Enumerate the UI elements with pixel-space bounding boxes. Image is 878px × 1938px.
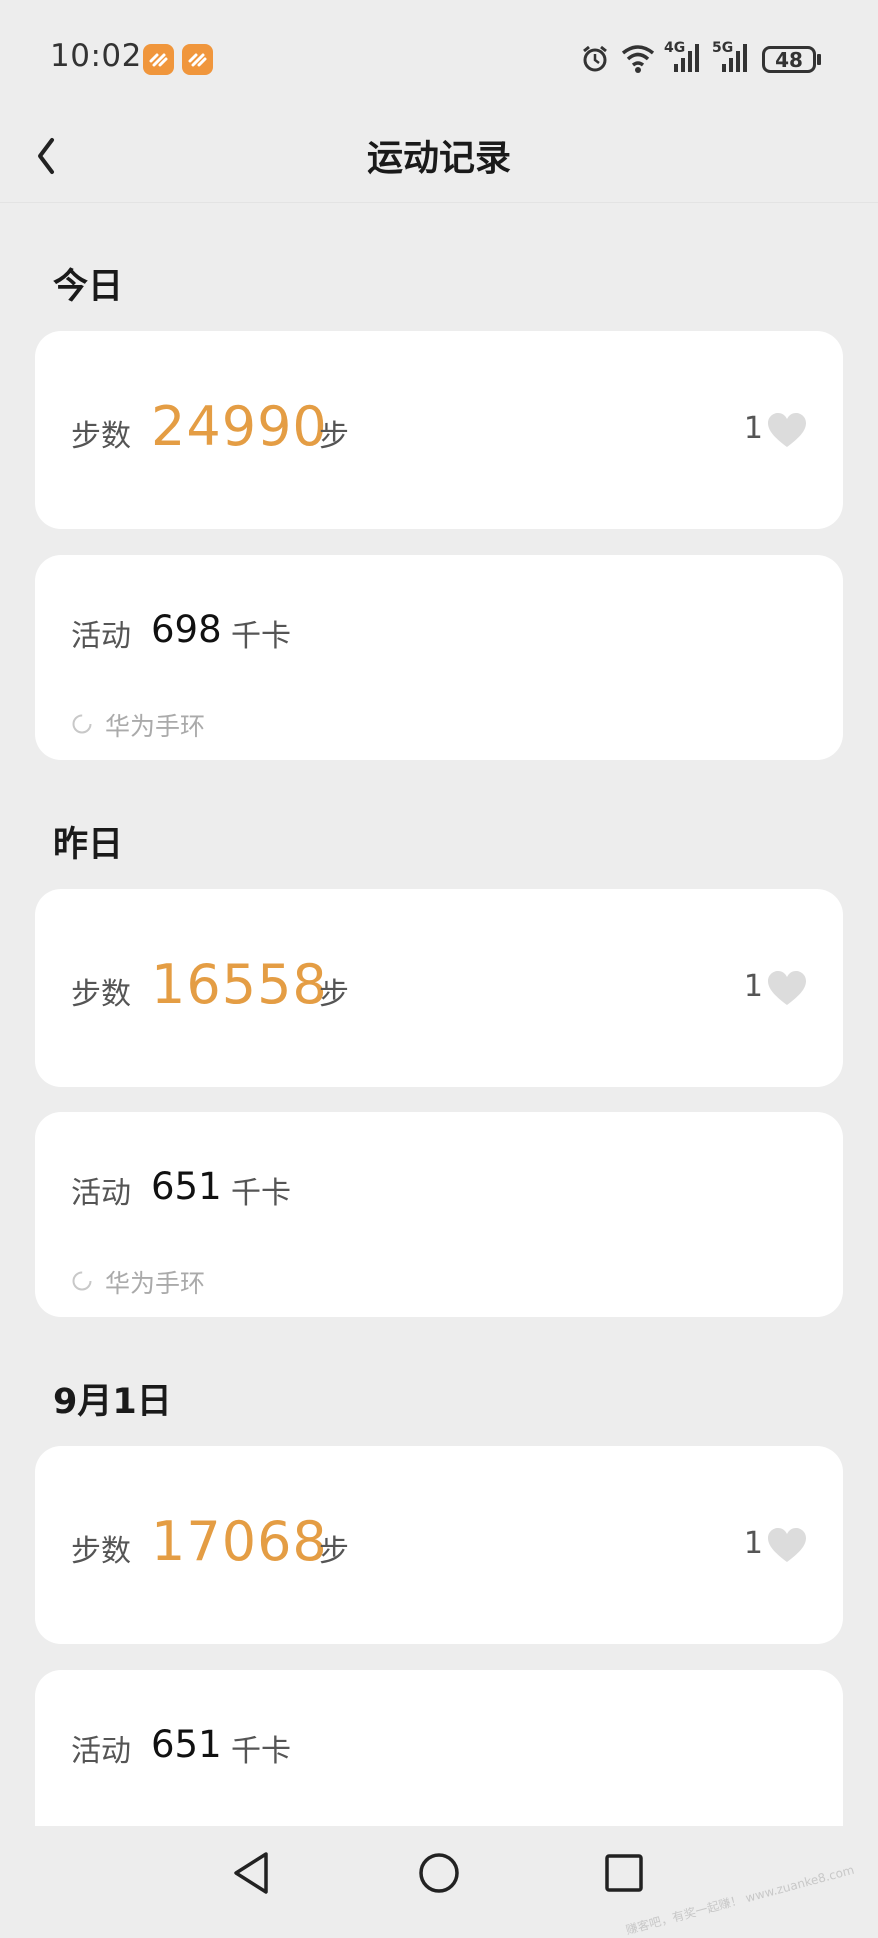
like-count: 1 xyxy=(743,969,763,1004)
activity-card[interactable]: 活动 651 千卡 华为手环 xyxy=(35,1112,843,1317)
like-count: 1 xyxy=(743,411,763,446)
steps-card[interactable]: 步数 24990 步 1 xyxy=(35,331,843,529)
status-time: 10:02 xyxy=(50,38,142,74)
steps-card[interactable]: 步数 17068 步 1 xyxy=(35,1446,843,1644)
activity-card[interactable]: 活动 698 千卡 华为手环 xyxy=(35,555,843,760)
activity-value: 651 xyxy=(151,1723,222,1766)
heart-icon[interactable] xyxy=(767,413,807,449)
nav-back-button[interactable] xyxy=(222,1848,282,1898)
device-name: 华为手环 xyxy=(105,712,206,741)
steps-unit: 步 xyxy=(319,419,349,454)
nav-recents-button[interactable] xyxy=(594,1848,654,1898)
loading-icon xyxy=(71,1270,93,1292)
steps-label: 步数 xyxy=(71,977,131,1012)
steps-unit: 步 xyxy=(319,977,349,1012)
like-count: 1 xyxy=(743,1526,763,1561)
activity-value: 651 xyxy=(151,1165,222,1208)
battery-tip xyxy=(817,54,821,65)
page-title: 运动记录 xyxy=(366,138,511,179)
nav-home-button[interactable] xyxy=(409,1848,469,1898)
activity-unit: 千卡 xyxy=(231,1176,291,1211)
app-notification-icon xyxy=(143,44,174,75)
loading-icon xyxy=(71,713,93,735)
steps-label: 步数 xyxy=(71,419,131,454)
activity-unit: 千卡 xyxy=(231,619,291,654)
heart-icon[interactable] xyxy=(767,1528,807,1564)
watermark: 赚客吧，有奖一起赚！ www.zuanke8.com xyxy=(624,1862,856,1938)
activity-label: 活动 xyxy=(71,619,131,654)
header: 运动记录 xyxy=(0,110,878,203)
alarm-icon xyxy=(580,44,610,78)
navigation-bar: 赚客吧，有奖一起赚！ www.zuanke8.com xyxy=(0,1826,878,1937)
activity-label: 活动 xyxy=(71,1176,131,1211)
steps-value: 16558 xyxy=(151,953,328,1016)
steps-unit: 步 xyxy=(319,1534,349,1569)
wifi-icon xyxy=(620,42,656,78)
day-label: 昨日 xyxy=(53,825,124,865)
activity-unit: 千卡 xyxy=(231,1734,291,1769)
status-bar: 10:02 4G 5G 48 xyxy=(0,0,878,110)
device-name: 华为手环 xyxy=(105,1269,206,1298)
triangle-back-icon xyxy=(234,1852,268,1894)
circle-home-icon xyxy=(419,1853,459,1893)
battery-icon: 48 xyxy=(762,46,816,73)
activity-value: 698 xyxy=(151,608,222,651)
square-recents-icon xyxy=(605,1854,643,1892)
steps-card[interactable]: 步数 16558 步 1 xyxy=(35,889,843,1087)
day-label: 今日 xyxy=(53,267,124,307)
app-notification-icon xyxy=(182,44,213,75)
steps-value: 24990 xyxy=(151,395,328,458)
heart-icon[interactable] xyxy=(767,971,807,1007)
status-icons: 4G 5G 48 xyxy=(580,40,830,76)
activity-label: 活动 xyxy=(71,1734,131,1769)
steps-value: 17068 xyxy=(151,1510,328,1573)
day-label: 9月1日 xyxy=(53,1382,172,1422)
steps-label: 步数 xyxy=(71,1534,131,1569)
